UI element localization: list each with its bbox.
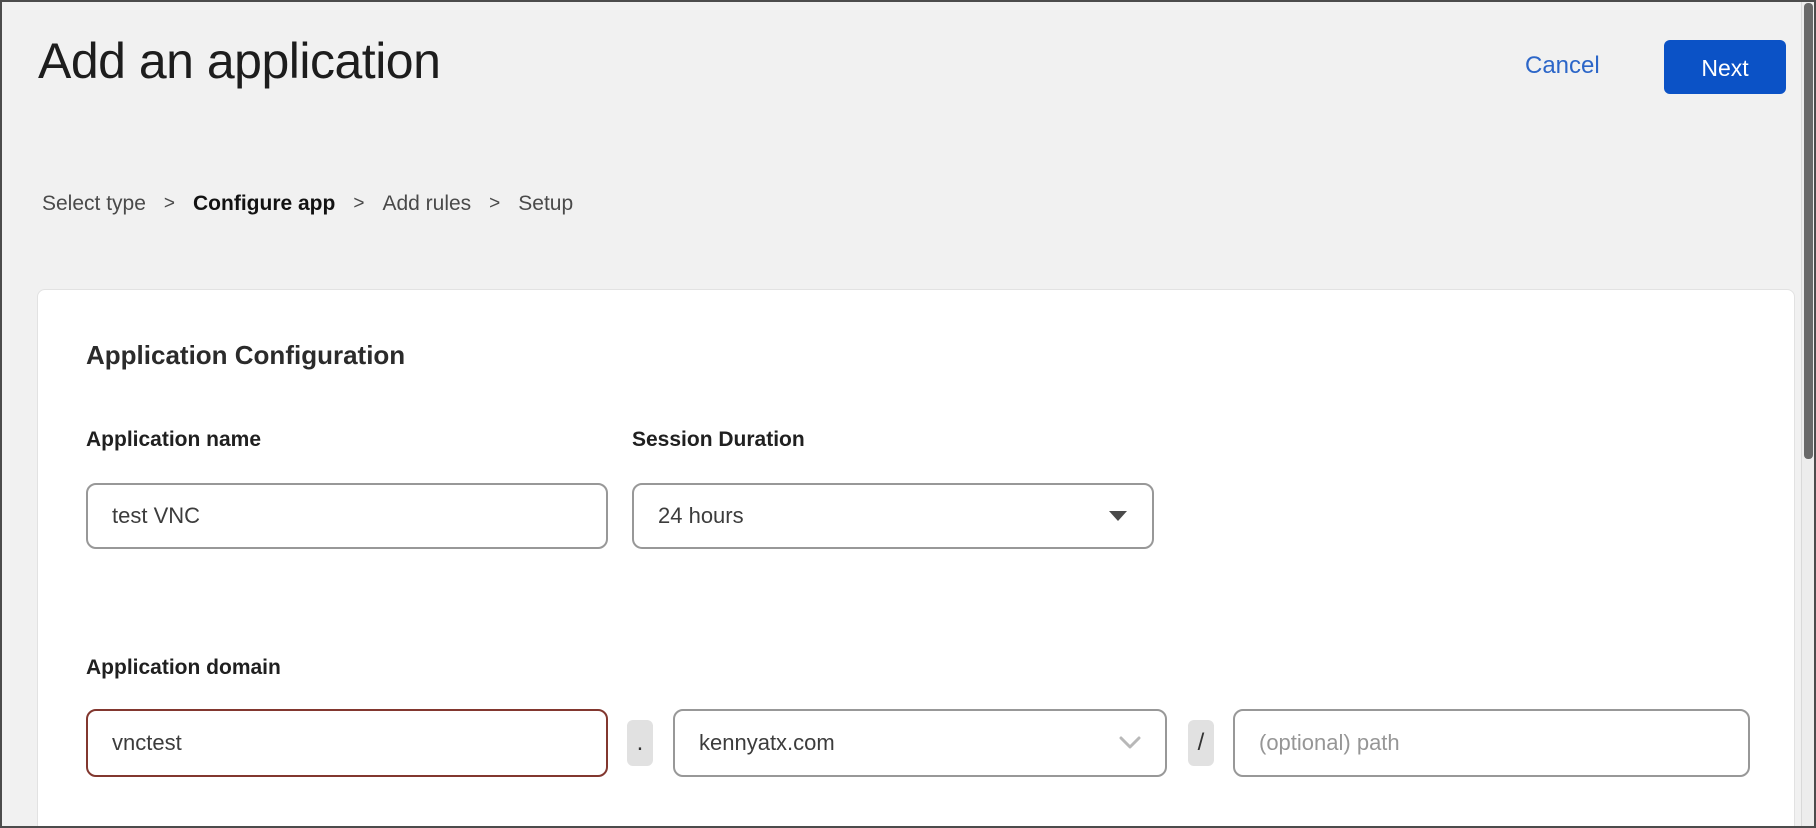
breadcrumb-step-add-rules[interactable]: Add rules bbox=[382, 192, 471, 216]
breadcrumb-separator: > bbox=[164, 193, 175, 215]
cancel-button[interactable]: Cancel bbox=[1525, 52, 1600, 80]
dot-separator: . bbox=[627, 720, 653, 766]
page-title: Add an application bbox=[38, 32, 440, 90]
session-duration-label: Session Duration bbox=[632, 428, 805, 452]
chevron-down-icon bbox=[1119, 736, 1141, 750]
application-name-label: Application name bbox=[86, 428, 261, 452]
scrollbar-thumb[interactable] bbox=[1804, 3, 1813, 459]
next-button[interactable]: Next bbox=[1664, 40, 1786, 94]
breadcrumb: Select type > Configure app > Add rules … bbox=[42, 192, 573, 216]
breadcrumb-step-configure-app[interactable]: Configure app bbox=[193, 192, 335, 216]
application-name-input[interactable] bbox=[86, 483, 608, 549]
vertical-scrollbar[interactable] bbox=[1801, 2, 1814, 826]
subdomain-input[interactable] bbox=[86, 709, 608, 777]
section-title: Application Configuration bbox=[86, 340, 405, 371]
application-configuration-card: Application Configuration Application na… bbox=[37, 289, 1795, 828]
session-duration-value: 24 hours bbox=[658, 503, 1108, 529]
breadcrumb-step-setup[interactable]: Setup bbox=[518, 192, 573, 216]
add-application-page: Add an application Cancel Next Select ty… bbox=[0, 0, 1816, 828]
slash-separator: / bbox=[1188, 720, 1214, 766]
path-input[interactable] bbox=[1233, 709, 1750, 777]
caret-down-icon bbox=[1108, 510, 1128, 522]
domain-select-value: kennyatx.com bbox=[699, 730, 1119, 756]
breadcrumb-separator: > bbox=[353, 193, 364, 215]
breadcrumb-separator: > bbox=[489, 193, 500, 215]
breadcrumb-step-select-type[interactable]: Select type bbox=[42, 192, 146, 216]
domain-select[interactable]: kennyatx.com bbox=[673, 709, 1167, 777]
session-duration-select[interactable]: 24 hours bbox=[632, 483, 1154, 549]
application-domain-label: Application domain bbox=[86, 656, 281, 680]
